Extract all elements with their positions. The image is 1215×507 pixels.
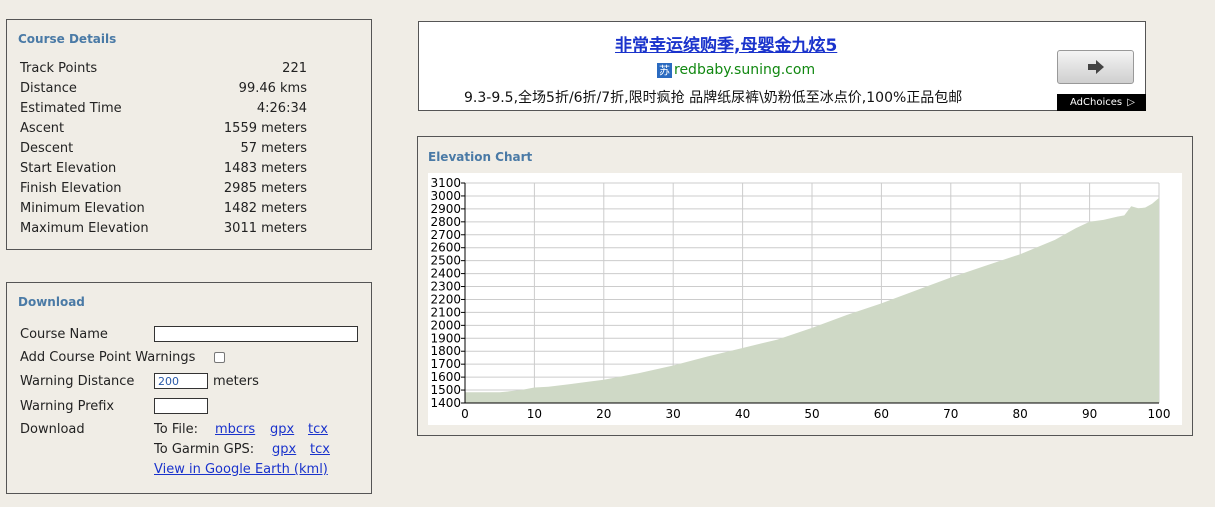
y-tick-label: 2500 [430,254,461,268]
x-tick-label: 100 [1148,407,1171,421]
y-tick-label: 2000 [430,318,461,332]
detail-label: Descent [20,141,74,156]
adchoices-label[interactable]: AdChoices [1070,97,1122,108]
x-tick-label: 30 [666,407,681,421]
download-panel: Download Course Name Add Course Point Wa… [6,282,372,494]
to-file-tcx-link[interactable]: tcx [308,422,328,437]
x-tick-label: 80 [1013,407,1028,421]
adchoices-badge[interactable]: AdChoices ▷ [1057,94,1146,111]
y-tick-label: 3000 [430,189,461,203]
x-tick-label: 20 [596,407,611,421]
detail-value: 99.46 kms [238,81,307,96]
detail-value: 1482 meters [223,201,307,216]
y-tick-label: 1700 [430,357,461,371]
y-tick-label: 1400 [430,396,461,410]
warning-prefix-input[interactable] [154,398,208,414]
ad-domain[interactable]: redbaby.suning.com [674,62,815,78]
elevation-chart: 1400150016001700180019002000210022002300… [428,173,1182,425]
detail-value: 2985 meters [223,181,307,196]
detail-label: Start Elevation [20,161,117,176]
ad-logo-icon: 苏 [657,63,672,78]
detail-label: Maximum Elevation [20,221,149,236]
y-tick-label: 2700 [430,228,461,242]
x-tick-label: 40 [735,407,750,421]
warnings-label: Add Course Point Warnings [20,350,196,365]
ad-go-button[interactable] [1057,50,1134,84]
warnings-checkbox[interactable] [214,352,225,363]
download-label: Download [20,422,85,437]
detail-label: Ascent [20,121,65,136]
y-tick-label: 2100 [430,305,461,319]
y-tick-label: 1800 [430,344,461,358]
course-name-label: Course Name [20,327,108,342]
y-tick-label: 1500 [430,383,461,397]
detail-value: 1559 meters [223,121,307,136]
to-garmin-tcx-link[interactable]: tcx [310,442,330,457]
arrow-right-icon [1088,60,1104,74]
to-file-label: To File: [154,422,198,437]
to-file-gpx-link[interactable]: gpx [270,422,294,437]
y-tick-label: 3100 [430,176,461,190]
detail-value: 3011 meters [223,221,307,236]
y-tick-label: 2600 [430,241,461,255]
course-name-input[interactable] [154,326,358,342]
ad-body-text: 9.3-9.5,全场5折/6折/7折,限时疯抢 品牌纸尿裤\奶粉低至冰点价,10… [464,90,963,106]
y-tick-label: 2400 [430,267,461,281]
y-tick-label: 1900 [430,331,461,345]
x-tick-label: 0 [461,407,469,421]
detail-value: 1483 meters [223,161,307,176]
warning-distance-input[interactable] [154,373,208,389]
adchoices-icon: ▷ [1127,97,1135,108]
y-tick-label: 2300 [430,280,461,294]
warning-distance-unit: meters [213,374,259,389]
elevation-chart-panel: Elevation Chart 1400 1500 1600 1700 1800 1900… [417,136,1193,436]
x-tick-label: 70 [943,407,958,421]
to-file-mbcrs-link[interactable]: mbcrs [215,422,255,437]
y-tick-label: 1600 [430,370,461,384]
y-tick-label: 2900 [430,202,461,216]
y-tick-label: 2200 [430,292,461,306]
course-details-panel: Course Details Track Points 221 Distance 99… [6,19,372,250]
detail-label: Track Points [20,61,98,76]
x-tick-label: 10 [527,407,542,421]
detail-label: Estimated Time [20,101,122,116]
detail-label: Minimum Elevation [20,201,145,216]
warning-prefix-label: Warning Prefix [20,399,115,414]
ad-headline[interactable]: 非常幸运缤购季,母婴金九炫5 [615,31,837,56]
elevation-chart-title: Elevation Chart [428,150,533,164]
course-details-title: Course Details [18,32,117,46]
to-garmin-label: To Garmin GPS: [154,442,255,457]
download-title: Download [18,295,85,309]
y-tick-label: 2800 [430,215,461,229]
detail-value: 221 [282,61,307,76]
warning-distance-label: Warning Distance [20,374,135,389]
detail-value: 57 meters [240,141,307,156]
to-garmin-gpx-link[interactable]: gpx [272,442,296,457]
detail-label: Finish Elevation [20,181,122,196]
x-tick-label: 50 [804,407,819,421]
google-earth-link[interactable]: View in Google Earth (kml) [154,462,328,477]
detail-label: Distance [20,81,77,96]
detail-value: 4:26:34 [256,101,307,116]
x-tick-label: 60 [874,407,889,421]
ad-banner[interactable]: 非常幸运缤购季,母婴金九炫5 苏 redbaby.suning.com 9.3-… [418,21,1146,111]
x-tick-label: 90 [1082,407,1097,421]
